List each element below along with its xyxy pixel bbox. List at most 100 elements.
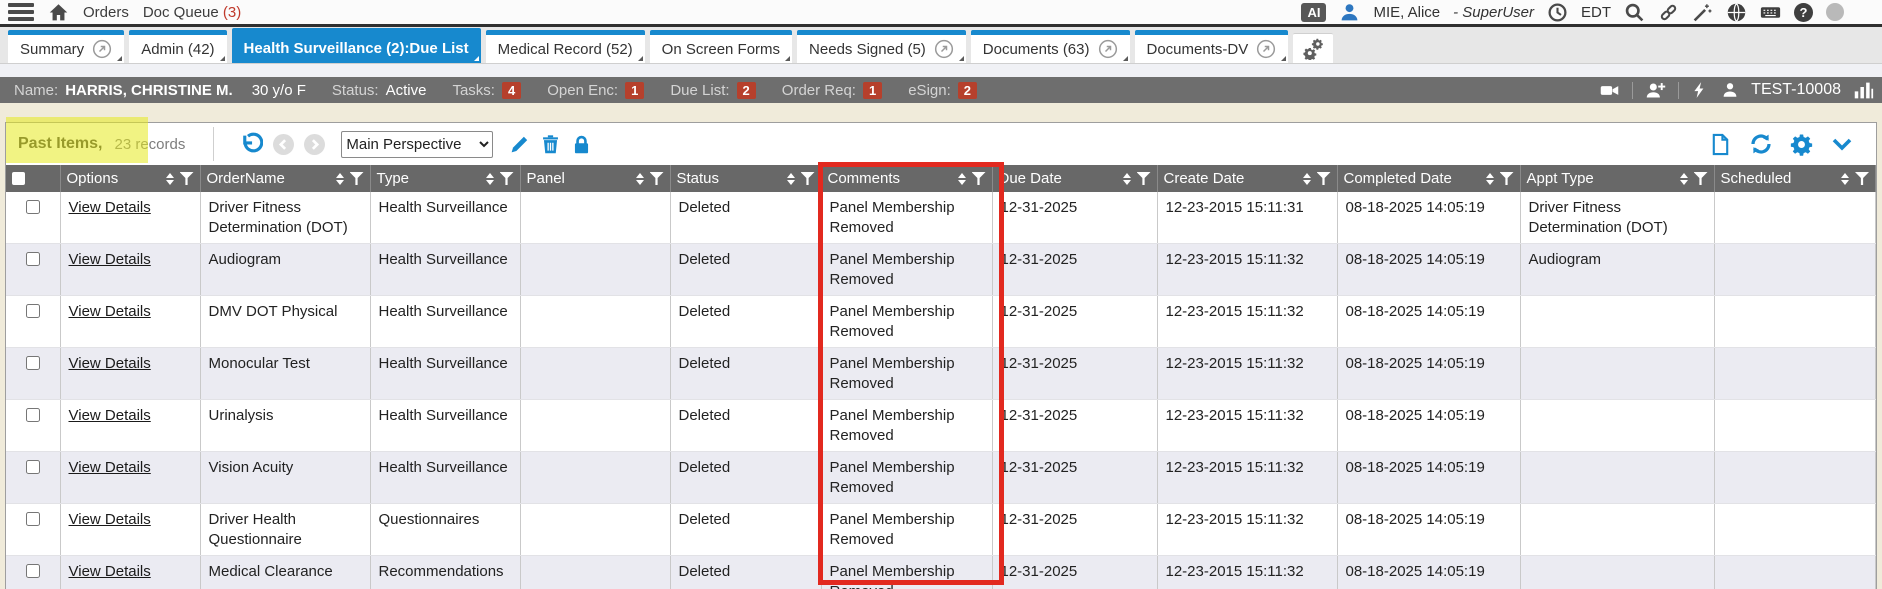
- tab-documents-dv[interactable]: Documents-DV: [1135, 30, 1289, 63]
- sort-icon[interactable]: [336, 173, 344, 185]
- sort-icon[interactable]: [1680, 173, 1688, 185]
- due-list-count-badge[interactable]: 2: [737, 82, 756, 99]
- row-checkbox[interactable]: [26, 304, 40, 318]
- delete-perspective-button[interactable]: [540, 134, 561, 155]
- column-header-scheduled[interactable]: Scheduled: [1714, 165, 1876, 192]
- bar-chart-icon[interactable]: [1853, 80, 1874, 101]
- tab-summary[interactable]: Summary: [8, 30, 124, 63]
- row-checkbox[interactable]: [26, 408, 40, 422]
- sort-icon[interactable]: [636, 173, 644, 185]
- view-details-link[interactable]: View Details: [69, 199, 151, 216]
- column-header-ordername[interactable]: OrderName: [200, 165, 370, 192]
- row-checkbox[interactable]: [26, 564, 40, 578]
- esign-count-badge[interactable]: 2: [958, 82, 977, 99]
- sort-icon[interactable]: [1486, 173, 1494, 185]
- row-checkbox[interactable]: [26, 356, 40, 370]
- view-details-link[interactable]: View Details: [69, 459, 151, 476]
- column-header-appt-type[interactable]: Appt Type: [1520, 165, 1714, 192]
- tab-health-surveillance-due-list[interactable]: Health Surveillance (2):Due List: [232, 28, 481, 63]
- globe-icon[interactable]: [1726, 2, 1747, 23]
- external-link-icon[interactable]: [1256, 39, 1276, 59]
- external-link-icon[interactable]: [934, 39, 954, 59]
- filter-icon[interactable]: [500, 172, 514, 185]
- video-camera-icon[interactable]: [1599, 80, 1620, 101]
- filter-icon[interactable]: [1137, 172, 1151, 185]
- hamburger-menu-icon[interactable]: [8, 3, 34, 21]
- settings-button[interactable]: [1790, 133, 1813, 156]
- prev-button[interactable]: [273, 134, 294, 155]
- external-link-icon[interactable]: [92, 39, 112, 59]
- link-icon[interactable]: [1658, 2, 1679, 23]
- row-checkbox[interactable]: [26, 512, 40, 526]
- view-details-link[interactable]: View Details: [69, 355, 151, 372]
- sort-icon[interactable]: [1841, 173, 1849, 185]
- select-all-header[interactable]: [6, 165, 60, 192]
- order-req-count-badge[interactable]: 1: [863, 82, 882, 99]
- tab-needs-signed[interactable]: Needs Signed (5): [797, 30, 966, 63]
- column-header-comments[interactable]: Comments: [821, 165, 992, 192]
- filter-icon[interactable]: [1694, 172, 1708, 185]
- counter-order-req[interactable]: Order Req: 1: [782, 82, 882, 99]
- next-button[interactable]: [304, 134, 325, 155]
- row-checkbox[interactable]: [26, 460, 40, 474]
- filter-icon[interactable]: [1855, 172, 1869, 185]
- sort-icon[interactable]: [166, 173, 174, 185]
- external-link-icon[interactable]: [1098, 39, 1118, 59]
- view-details-link[interactable]: View Details: [69, 563, 151, 580]
- wand-icon[interactable]: [1692, 2, 1713, 23]
- column-header-type[interactable]: Type: [370, 165, 520, 192]
- view-details-link[interactable]: View Details: [69, 407, 151, 424]
- tasks-count-badge[interactable]: 4: [502, 82, 521, 99]
- filter-icon[interactable]: [801, 172, 815, 185]
- column-header-panel[interactable]: Panel: [520, 165, 670, 192]
- column-header-options[interactable]: Options: [60, 165, 200, 192]
- sort-icon[interactable]: [1303, 173, 1311, 185]
- filter-icon[interactable]: [650, 172, 664, 185]
- column-header-create-date[interactable]: Create Date: [1157, 165, 1337, 192]
- sort-icon[interactable]: [787, 173, 795, 185]
- counter-due-list[interactable]: Due List: 2: [670, 82, 755, 99]
- view-details-link[interactable]: View Details: [69, 303, 151, 320]
- collapse-button[interactable]: [1830, 132, 1854, 156]
- lock-perspective-button[interactable]: [571, 134, 592, 155]
- lightning-icon[interactable]: [1691, 81, 1709, 99]
- column-header-due-date[interactable]: Due Date: [992, 165, 1157, 192]
- ai-button[interactable]: AI: [1301, 3, 1326, 22]
- filter-icon[interactable]: [1500, 172, 1514, 185]
- row-checkbox[interactable]: [26, 200, 40, 214]
- column-header-status[interactable]: Status: [670, 165, 821, 192]
- clock-icon[interactable]: [1547, 2, 1568, 23]
- breadcrumb-orders[interactable]: Orders: [83, 4, 129, 21]
- refresh-button[interactable]: [1749, 132, 1773, 156]
- keyboard-icon[interactable]: [1760, 2, 1781, 23]
- row-checkbox[interactable]: [26, 252, 40, 266]
- select-all-checkbox[interactable]: [12, 172, 25, 185]
- tab-medical-record[interactable]: Medical Record (52): [486, 30, 645, 63]
- tab-on-screen-forms[interactable]: On Screen Forms: [650, 30, 792, 63]
- add-person-icon[interactable]: [1645, 80, 1666, 101]
- counter-open-enc[interactable]: Open Enc: 1: [547, 82, 644, 99]
- tab-settings[interactable]: [1293, 33, 1333, 63]
- view-details-link[interactable]: View Details: [69, 251, 151, 268]
- filter-icon[interactable]: [350, 172, 364, 185]
- sort-icon[interactable]: [1123, 173, 1131, 185]
- counter-esign[interactable]: eSign: 2: [908, 82, 977, 99]
- open-enc-count-badge[interactable]: 1: [625, 82, 644, 99]
- perspective-select[interactable]: Main Perspective: [341, 131, 493, 158]
- help-icon[interactable]: ?: [1794, 3, 1813, 22]
- home-icon[interactable]: [48, 2, 69, 23]
- sort-icon[interactable]: [958, 173, 966, 185]
- column-header-completed-date[interactable]: Completed Date: [1337, 165, 1520, 192]
- view-details-link[interactable]: View Details: [69, 511, 151, 528]
- undo-button[interactable]: [238, 132, 263, 157]
- tab-admin[interactable]: Admin (42): [129, 30, 226, 63]
- filter-icon[interactable]: [1317, 172, 1331, 185]
- new-document-button[interactable]: [1709, 133, 1732, 156]
- counter-tasks[interactable]: Tasks: 4: [452, 82, 521, 99]
- breadcrumb-doc-queue[interactable]: Doc Queue (3): [143, 4, 241, 21]
- filter-icon[interactable]: [972, 172, 986, 185]
- tab-documents[interactable]: Documents (63): [971, 30, 1130, 63]
- filter-icon[interactable]: [180, 172, 194, 185]
- sort-icon[interactable]: [486, 173, 494, 185]
- edit-perspective-button[interactable]: [509, 134, 530, 155]
